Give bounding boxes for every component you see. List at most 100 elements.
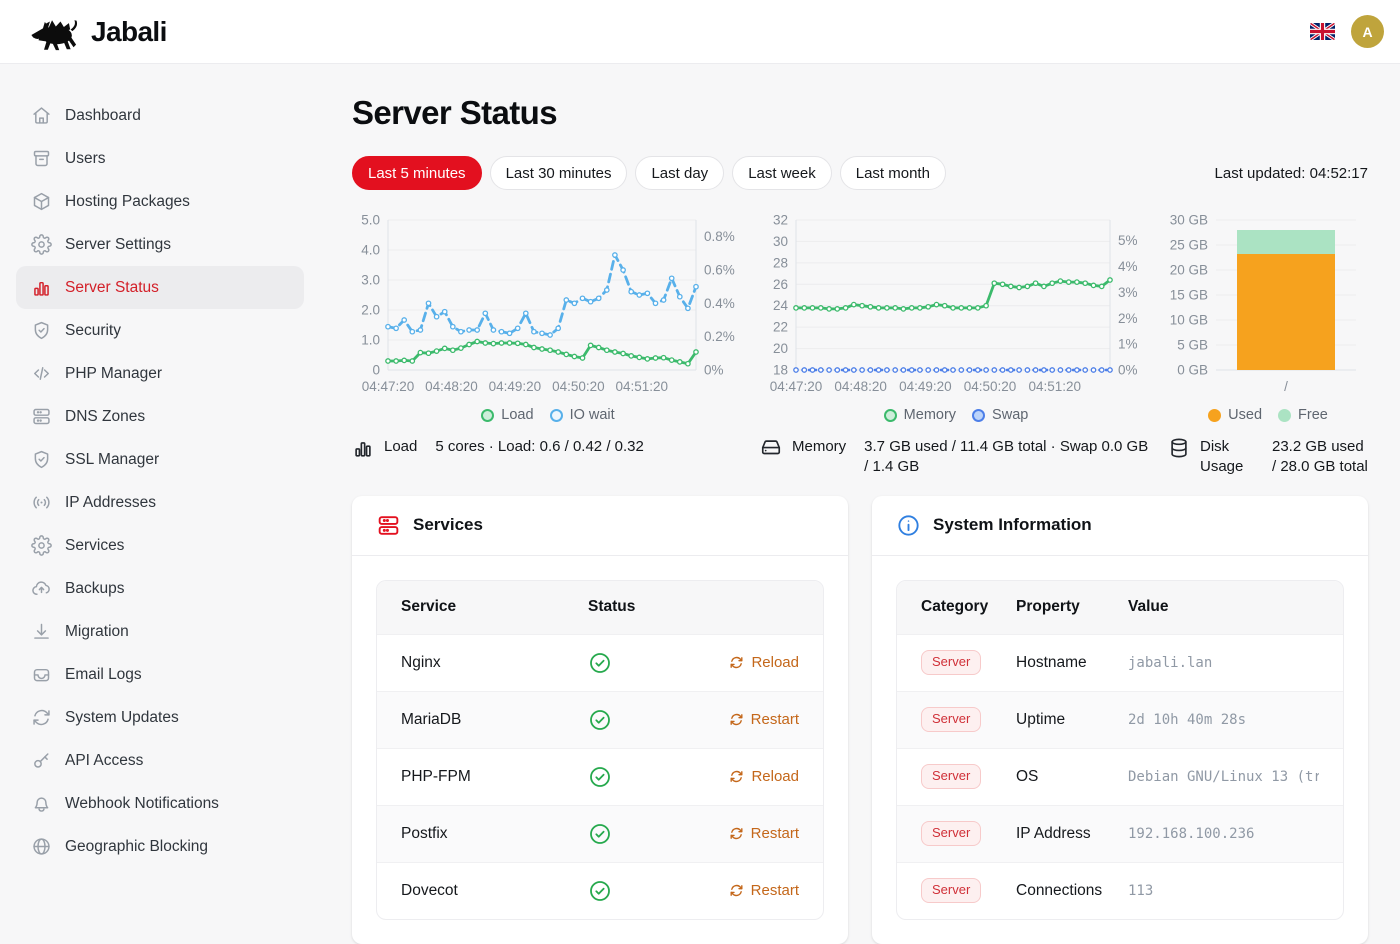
load-stat-label: Load — [384, 437, 417, 457]
svg-text:15 GB: 15 GB — [1170, 288, 1208, 303]
status-ok-check-icon — [588, 879, 612, 903]
svg-text:5 GB: 5 GB — [1177, 338, 1208, 353]
legend-memory: Memory — [884, 407, 956, 423]
bell-icon — [31, 793, 52, 814]
brand-name: Jabali — [91, 16, 167, 48]
svg-text:0 GB: 0 GB — [1177, 363, 1208, 378]
uk-flag-icon[interactable] — [1310, 23, 1335, 40]
sidebar-item-users[interactable]: Users — [16, 137, 304, 180]
sysinfo-row-uptime: ServerUptime2d 10h 40m 28s — [897, 691, 1343, 748]
sidebar-item-label: SSL Manager — [65, 451, 159, 469]
user-avatar[interactable]: A — [1351, 15, 1384, 48]
svg-text:3.0: 3.0 — [361, 273, 380, 288]
service-status — [588, 708, 729, 732]
sidebar-item-label: System Updates — [65, 709, 179, 727]
svg-text:5%: 5% — [1118, 233, 1138, 248]
sidebar-item-server-settings[interactable]: Server Settings — [16, 223, 304, 266]
svg-text:0.2%: 0.2% — [704, 329, 735, 344]
status-ok-check-icon — [588, 765, 612, 789]
sidebar-item-geographic-blocking[interactable]: Geographic Blocking — [16, 825, 304, 868]
sidebar-item-ip-addresses[interactable]: IP Addresses — [16, 481, 304, 524]
sysinfo-col-category: Category — [921, 598, 1016, 616]
restart-mariadb-button[interactable]: Restart — [729, 711, 799, 728]
service-row-postfix: Postfix Restart — [377, 805, 823, 862]
system-info-card: System Information Category Property Val… — [872, 496, 1368, 944]
memory-chart-legend: MemorySwap — [760, 407, 1152, 423]
sysinfo-col-property: Property — [1016, 598, 1128, 616]
sidebar-item-label: IP Addresses — [65, 494, 156, 512]
sidebar-item-api-access[interactable]: API Access — [16, 739, 304, 782]
load-stat: Load5 cores · Load: 0.6 / 0.42 / 0.32 — [352, 437, 744, 478]
refresh-icon — [31, 707, 52, 728]
service-status — [588, 765, 729, 789]
sidebar-item-security[interactable]: Security — [16, 309, 304, 352]
svg-text:3%: 3% — [1118, 285, 1138, 300]
sidebar-item-email-logs[interactable]: Email Logs — [16, 653, 304, 696]
svg-text:1.0: 1.0 — [361, 333, 380, 348]
memory-stat-label: Memory — [792, 437, 846, 457]
svg-text:30 GB: 30 GB — [1170, 213, 1208, 228]
sidebar-item-backups[interactable]: Backups — [16, 567, 304, 610]
sysinfo-property: OS — [1016, 768, 1128, 786]
svg-text:2%: 2% — [1118, 311, 1138, 326]
hard-drive-icon — [760, 437, 782, 459]
sidebar-item-ssl-manager[interactable]: SSL Manager — [16, 438, 304, 481]
services-table: Service Status NginxReloadMariaDBRestart… — [376, 580, 824, 920]
reload-nginx-button[interactable]: Reload — [729, 654, 799, 671]
svg-text:24: 24 — [773, 298, 789, 313]
system-info-card-title: System Information — [933, 515, 1092, 535]
server-stack-icon — [31, 406, 52, 427]
svg-text:20: 20 — [773, 341, 788, 356]
filter-last-day[interactable]: Last day — [635, 156, 724, 190]
legend-dot-icon — [1208, 409, 1221, 422]
svg-text:0.4%: 0.4% — [704, 296, 735, 311]
sidebar-item-server-status[interactable]: Server Status — [16, 266, 304, 309]
sidebar-item-services[interactable]: Services — [16, 524, 304, 567]
services-col-status: Status — [588, 598, 799, 616]
service-name: Postfix — [401, 825, 588, 843]
svg-text:4.0: 4.0 — [361, 243, 380, 258]
category-badge: Server — [921, 821, 981, 846]
globe-icon — [31, 836, 52, 857]
service-row-nginx: NginxReload — [377, 634, 823, 691]
status-ok-check-icon — [588, 708, 612, 732]
sidebar-item-system-updates[interactable]: System Updates — [16, 696, 304, 739]
download-icon — [31, 621, 52, 642]
service-action-label: Reload — [751, 768, 799, 785]
brand[interactable]: Jabali — [28, 13, 167, 51]
service-row-php-fpm: PHP-FPMReload — [377, 748, 823, 805]
sidebar-item-webhook-notifications[interactable]: Webhook Notifications — [16, 782, 304, 825]
category-badge: Server — [921, 764, 981, 789]
sidebar-item-hosting-packages[interactable]: Hosting Packages — [16, 180, 304, 223]
sidebar-item-dashboard[interactable]: Dashboard — [16, 94, 304, 137]
sysinfo-value: jabali.lan — [1128, 655, 1319, 671]
sidebar-item-php-manager[interactable]: PHP Manager — [16, 352, 304, 395]
sidebar-item-migration[interactable]: Migration — [16, 610, 304, 653]
load-chart-legend: LoadIO wait — [352, 407, 744, 423]
top-navbar: Jabali A — [0, 0, 1400, 64]
restart-dovecot-button[interactable]: Restart — [729, 882, 799, 899]
refresh-icon — [729, 655, 744, 670]
filter-last-week[interactable]: Last week — [732, 156, 832, 190]
time-filter-row: Last 5 minutesLast 30 minutesLast dayLas… — [352, 156, 1368, 190]
refresh-icon — [729, 712, 744, 727]
sidebar-item-label: Webhook Notifications — [65, 795, 219, 813]
services-server-stack-icon — [376, 513, 401, 538]
filter-last-month[interactable]: Last month — [840, 156, 946, 190]
filter-last-5-minutes[interactable]: Last 5 minutes — [352, 156, 482, 190]
reload-php-fpm-button[interactable]: Reload — [729, 768, 799, 785]
restart-postfix-button[interactable]: Restart — [729, 825, 799, 842]
filter-last-30-minutes[interactable]: Last 30 minutes — [490, 156, 628, 190]
svg-text:25 GB: 25 GB — [1170, 238, 1208, 253]
sidebar-item-label: Dashboard — [65, 107, 141, 125]
service-action-label: Restart — [751, 825, 799, 842]
services-card-title: Services — [413, 515, 483, 535]
disk-stat-value: 23.2 GB used / 28.0 GB total — [1272, 437, 1368, 478]
system-info-table: Category Property Value ServerHostnameja… — [896, 580, 1344, 920]
sysinfo-row-connections: ServerConnections113 — [897, 862, 1343, 919]
sidebar-item-dns-zones[interactable]: DNS Zones — [16, 395, 304, 438]
key-icon — [31, 750, 52, 771]
sidebar-item-label: Email Logs — [65, 666, 142, 684]
service-status — [588, 651, 729, 675]
disk-stat: Disk Usage23.2 GB used / 28.0 GB total — [1168, 437, 1368, 478]
